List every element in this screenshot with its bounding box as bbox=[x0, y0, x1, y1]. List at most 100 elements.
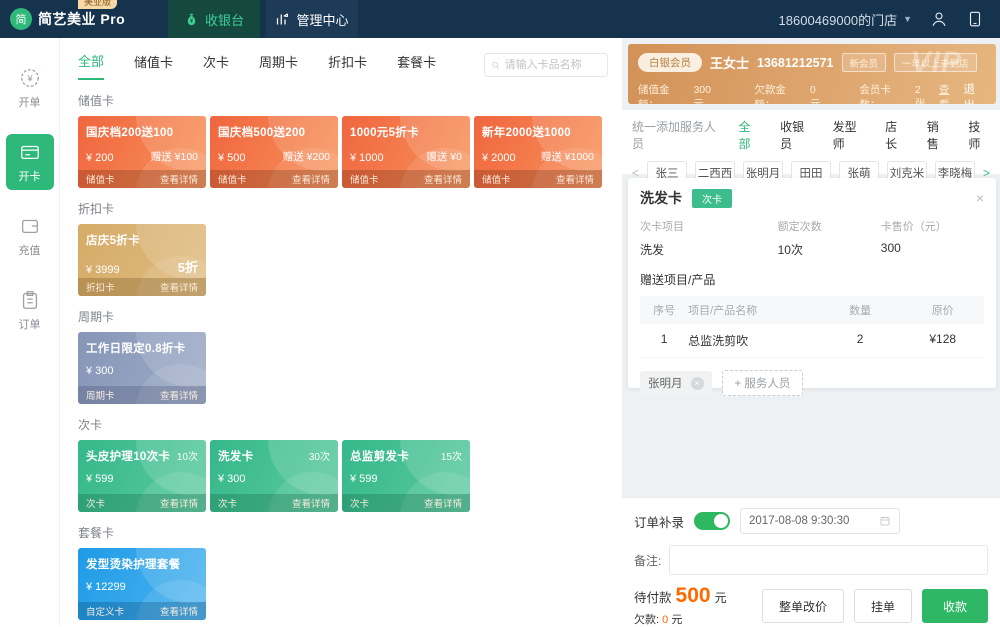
card-detail-link[interactable]: 查看详情 bbox=[292, 496, 330, 510]
sidebar-item-orders[interactable]: 订单 bbox=[6, 282, 54, 338]
user-icon[interactable] bbox=[930, 10, 948, 28]
card-bonus: 赠送 ¥1000 bbox=[541, 149, 594, 164]
card-detail-link[interactable]: 查看详情 bbox=[160, 496, 198, 510]
member-level-badge: 白银会员 bbox=[638, 53, 702, 72]
backfill-toggle[interactable] bbox=[694, 512, 730, 530]
checkout-button[interactable]: 收款 bbox=[922, 589, 988, 623]
top-nav: ¥ 收银台 管理中心 bbox=[168, 0, 358, 38]
staff-tab-stylist[interactable]: 发型师 bbox=[833, 118, 865, 152]
view-cards-link[interactable]: 查看 bbox=[939, 82, 960, 104]
vip-watermark: VIP bbox=[911, 46, 962, 80]
money-bag-icon: ¥ bbox=[184, 12, 199, 27]
card-title: 洗发卡 bbox=[218, 448, 253, 464]
sidebar-item-open-card[interactable]: 开卡 bbox=[6, 134, 54, 190]
card-bonus: 赠送 ¥200 bbox=[283, 149, 330, 164]
logout-member-link[interactable]: 退出 bbox=[963, 81, 986, 104]
card-item[interactable]: 国庆档500送200 ¥ 500 赠送 ¥200 储值卡 查看详情 bbox=[210, 116, 338, 188]
hold-order-button[interactable]: 挂单 bbox=[854, 589, 912, 623]
tab-manage-center[interactable]: 管理中心 bbox=[266, 0, 358, 38]
card-detail-link[interactable]: 查看详情 bbox=[292, 172, 330, 186]
card-detail-panel: 洗发卡 次卡 × 次卡项目 额定次数 卡售价（元） 洗发 10次 300 赠送项… bbox=[628, 178, 996, 388]
table-header: 原价 bbox=[901, 302, 984, 318]
card-detail-link[interactable]: 查看详情 bbox=[424, 172, 462, 186]
note-label: 备注: bbox=[634, 552, 661, 569]
section-title: 周期卡 bbox=[78, 308, 622, 325]
card-item[interactable]: 头皮护理10次卡 10次 ¥ 599 次卡 查看详情 bbox=[78, 440, 206, 512]
card-detail-link[interactable]: 查看详情 bbox=[160, 604, 198, 618]
card-type-label: 储值卡 bbox=[482, 172, 511, 186]
add-staff-button[interactable]: + 服务人员 bbox=[722, 370, 804, 396]
store-selector[interactable]: 18600469000的门店 ▼ bbox=[779, 10, 912, 29]
catalog-tabs: 全部 储值卡 次卡 周期卡 折扣卡 套餐卡 bbox=[78, 50, 622, 80]
svg-text:¥: ¥ bbox=[26, 74, 33, 84]
sidebar-item-recharge[interactable]: 充值 bbox=[6, 208, 54, 264]
chevron-down-icon: ▼ bbox=[903, 14, 912, 24]
remove-staff-icon[interactable]: × bbox=[691, 377, 704, 390]
card-detail-link[interactable]: 查看详情 bbox=[160, 172, 198, 186]
sidebar-label: 开卡 bbox=[19, 168, 41, 184]
staff-tab-manager[interactable]: 店长 bbox=[885, 118, 907, 152]
card-price: ¥ 3999 bbox=[86, 264, 120, 276]
card-price: ¥ 300 bbox=[86, 365, 114, 377]
order-panel: VIP 白银会员 王女士 13681212571 新会员 一年以上未到店 储值金… bbox=[622, 38, 1000, 625]
debt-unit: 元 bbox=[671, 614, 682, 626]
card-item[interactable]: 国庆档200送100 ¥ 200 赠送 ¥100 储值卡 查看详情 bbox=[78, 116, 206, 188]
topbar: 简 简艺美业 Pro 美业版 ¥ 收银台 管理中心 18600469000的门店… bbox=[0, 0, 1000, 38]
staff-tab-technician[interactable]: 技师 bbox=[968, 118, 990, 152]
staff-tab-cashier[interactable]: 收银员 bbox=[780, 118, 812, 152]
pay-label: 待付款 bbox=[634, 587, 672, 606]
sidebar-label: 充值 bbox=[19, 242, 41, 258]
card-title: 国庆档200送100 bbox=[86, 124, 173, 140]
device-icon[interactable] bbox=[966, 10, 984, 28]
section-count: 次卡 头皮护理10次卡 10次 ¥ 599 次卡 查看详情 bbox=[78, 416, 622, 512]
staff-tab-all[interactable]: 全部 bbox=[739, 118, 761, 152]
tab-package-card[interactable]: 套餐卡 bbox=[397, 52, 436, 79]
assigned-staff-tag: 张明月 × bbox=[640, 371, 712, 395]
card-item[interactable]: 新年2000送1000 ¥ 2000 赠送 ¥1000 储值卡 查看详情 bbox=[474, 116, 602, 188]
section-stored-value: 储值卡 国庆档200送100 ¥ 200 赠送 ¥100 储值卡 查看详情 国庆… bbox=[78, 92, 622, 188]
tab-manage-label: 管理中心 bbox=[296, 10, 348, 29]
card-detail-link[interactable]: 查看详情 bbox=[424, 496, 462, 510]
table-header: 数量 bbox=[819, 302, 902, 318]
table-row: 1 总监洗剪吹 2 ¥128 bbox=[640, 324, 984, 358]
tab-stored-value[interactable]: 储值卡 bbox=[134, 52, 173, 79]
change-price-button[interactable]: 整单改价 bbox=[762, 589, 844, 623]
card-price: ¥ 200 bbox=[86, 152, 114, 164]
note-input[interactable] bbox=[669, 545, 988, 575]
card-item[interactable]: 发型烫染护理套餐 ¥ 12299 自定义卡 查看详情 bbox=[78, 548, 206, 620]
card-item[interactable]: 洗发卡 30次 ¥ 300 次卡 查看详情 bbox=[210, 440, 338, 512]
search-input[interactable] bbox=[505, 59, 601, 71]
card-item[interactable]: 总监剪发卡 15次 ¥ 599 次卡 查看详情 bbox=[342, 440, 470, 512]
debt-amount-label: 欠款金额： bbox=[754, 82, 805, 104]
table-header: 序号 bbox=[640, 302, 688, 318]
card-title: 1000元5折卡 bbox=[350, 124, 419, 140]
app-title: 简艺美业 Pro bbox=[38, 9, 125, 29]
cell-price: ¥128 bbox=[901, 332, 984, 349]
tab-period-card[interactable]: 周期卡 bbox=[259, 52, 298, 79]
card-detail-link[interactable]: 查看详情 bbox=[160, 388, 198, 402]
backfill-label: 订单补录 bbox=[634, 512, 684, 531]
debt-amount: 0 bbox=[662, 614, 668, 626]
card-detail-link[interactable]: 查看详情 bbox=[556, 172, 594, 186]
col-header: 卡售价（元） bbox=[881, 218, 984, 234]
sidebar-label: 开单 bbox=[19, 94, 41, 110]
tab-discount-card[interactable]: 折扣卡 bbox=[328, 52, 367, 79]
staff-panel-label: 统一添加服务人员 bbox=[632, 118, 719, 152]
card-item[interactable]: 店庆5折卡 ¥ 3999 5折 折扣卡 查看详情 bbox=[78, 224, 206, 296]
card-count-badge: 30次 bbox=[309, 448, 330, 463]
tab-all[interactable]: 全部 bbox=[78, 51, 104, 80]
staff-tab-sales[interactable]: 销售 bbox=[927, 118, 949, 152]
toggle-knob bbox=[714, 514, 728, 528]
card-detail-link[interactable]: 查看详情 bbox=[160, 280, 198, 294]
card-title: 新年2000送1000 bbox=[482, 124, 571, 140]
svg-text:¥: ¥ bbox=[190, 18, 193, 24]
sidebar-item-open-order[interactable]: ¥ 开单 bbox=[6, 60, 54, 116]
card-item[interactable]: 1000元5折卡 ¥ 1000 赠送 ¥0 储值卡 查看详情 bbox=[342, 116, 470, 188]
member-tag: 新会员 bbox=[842, 53, 887, 72]
card-bonus: 赠送 ¥100 bbox=[151, 149, 198, 164]
tab-count-card[interactable]: 次卡 bbox=[203, 52, 229, 79]
card-item[interactable]: 工作日限定0.8折卡 ¥ 300 周期卡 查看详情 bbox=[78, 332, 206, 404]
close-icon[interactable]: × bbox=[976, 191, 984, 205]
datetime-picker[interactable]: 2017-08-08 9:30:30 bbox=[740, 508, 900, 534]
tab-cashier[interactable]: ¥ 收银台 bbox=[168, 0, 260, 38]
